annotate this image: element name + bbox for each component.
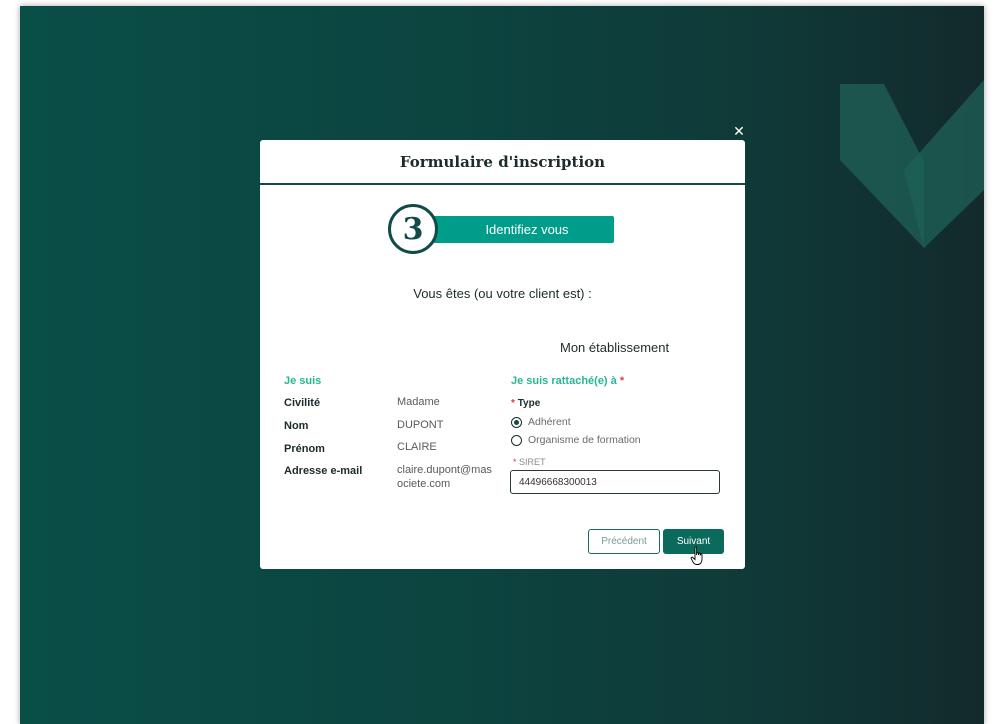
- establishment-title: Mon établissement: [560, 340, 670, 355]
- modal-header: Formulaire d'inscription: [260, 140, 745, 185]
- siret-input[interactable]: [510, 470, 720, 494]
- radio-adherent[interactable]: Adhérent: [511, 416, 571, 428]
- app-background: ✕ Formulaire d'inscription Identifiez vo…: [20, 6, 984, 724]
- identity-question: Vous êtes (ou votre client est) :: [413, 286, 592, 301]
- civility-label: Civilité: [284, 397, 321, 409]
- last-name-value: DUPONT: [397, 419, 444, 431]
- radio-training-organization[interactable]: Organisme de formation: [511, 434, 641, 446]
- last-name-label: Nom: [284, 420, 309, 432]
- step-indicator: Identifiez vous 3: [388, 204, 616, 258]
- radio-adherent-label: Adhérent: [528, 416, 571, 428]
- required-mark: *: [619, 375, 625, 387]
- close-icon[interactable]: ✕: [732, 124, 746, 138]
- attachment-section-label: Je suis rattaché(e) à *: [511, 375, 624, 387]
- first-name-label: Prénom: [284, 443, 325, 455]
- brand-logo-shape: [840, 80, 984, 248]
- type-label-text: Type: [517, 398, 541, 409]
- step-bar: Identifiez vous: [418, 216, 614, 243]
- siret-label: * SIRET: [513, 457, 546, 467]
- previous-button[interactable]: Précédent: [588, 529, 660, 554]
- email-label: Adresse e-mail: [284, 465, 363, 477]
- hand-pointer-icon: [690, 546, 703, 565]
- first-name-value: CLAIRE: [397, 441, 437, 453]
- type-label: * Type: [511, 398, 540, 409]
- required-mark: *: [513, 457, 517, 467]
- email-value: claire.dupont@masociete.com: [397, 464, 492, 490]
- attachment-section-text: Je suis rattaché(e) à: [511, 375, 617, 387]
- radio-unselected-icon[interactable]: [511, 434, 522, 446]
- radio-training-organization-label: Organisme de formation: [528, 434, 641, 446]
- siret-label-text: SIRET: [519, 457, 546, 467]
- required-mark: *: [511, 398, 515, 409]
- radio-selected-icon[interactable]: [511, 416, 522, 428]
- modal-title: Formulaire d'inscription: [399, 152, 606, 171]
- civility-value: Madame: [397, 396, 440, 408]
- step-number-circle: 3: [388, 204, 438, 254]
- registration-modal: Formulaire d'inscription Identifiez vous…: [260, 140, 745, 569]
- identity-section-label: Je suis: [284, 375, 322, 387]
- step-label: Identifiez vous: [485, 222, 569, 237]
